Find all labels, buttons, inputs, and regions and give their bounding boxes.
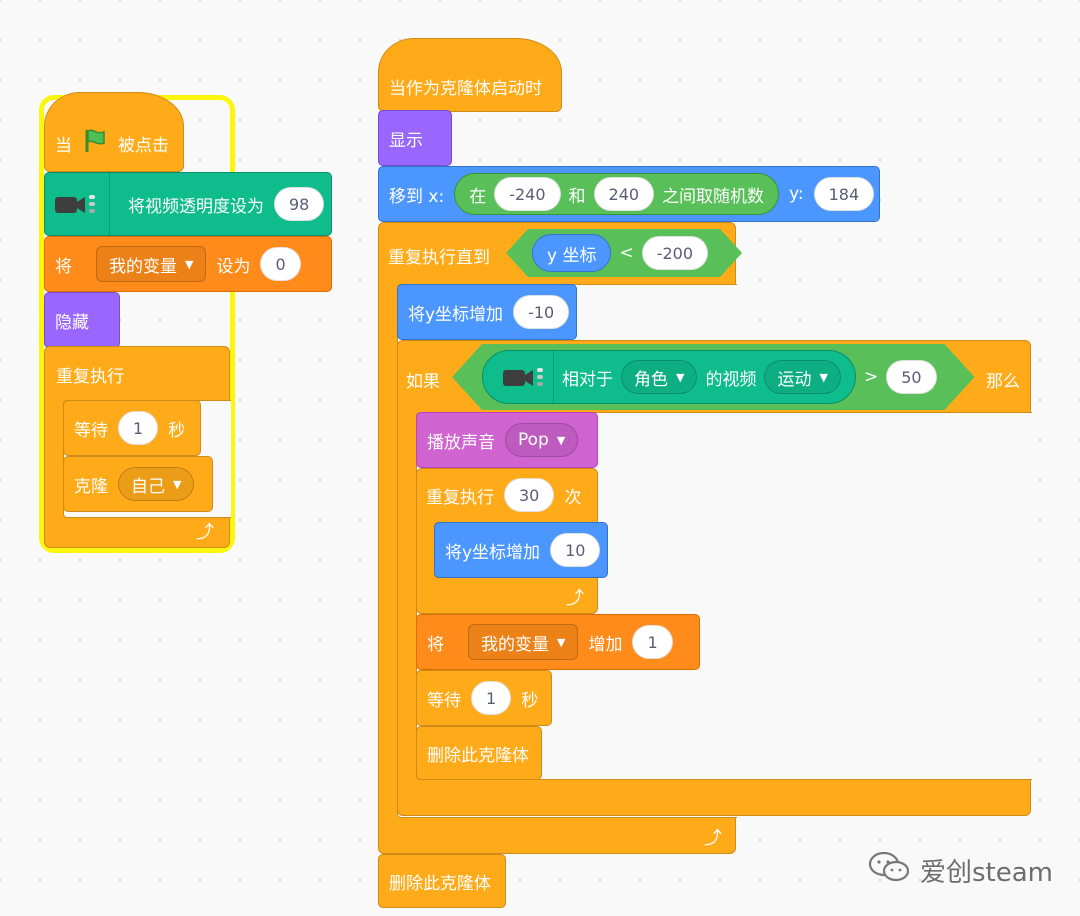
change-y-label: 将y坐标增加 [445,542,541,563]
random-and: 和 [568,186,586,207]
goto-label: 移到 x: [389,186,445,207]
wait-block[interactable]: 等待 1 秒 [63,400,201,456]
change-y-block[interactable]: 将y坐标增加 10 [434,522,608,578]
set-video-transparency-block[interactable]: 将视频透明度设为 98 [44,172,332,236]
video-sensing-icon [501,350,554,404]
greater-than-value-input[interactable]: 50 [886,360,936,394]
relative-target-dropdown[interactable]: 角色 ▼ [621,360,697,394]
repeat-times-input[interactable]: 30 [504,478,555,512]
wait-unit: 秒 [168,420,186,441]
chevron-down-icon: ▼ [676,370,685,384]
video-label: 的视频 [705,369,757,390]
delete-clone-block[interactable]: 删除此克隆体 [378,854,506,908]
chevron-down-icon: ▼ [173,477,182,491]
repeat-until-label: 重复执行直到 [388,248,490,268]
random-to-input[interactable]: 240 [593,177,655,211]
set-var-mid: 设为 [216,256,251,277]
clone-hat-label: 当作为克隆体启动时 [389,78,542,99]
clone-label: 克隆 [74,476,108,497]
wait-block[interactable]: 等待 1 秒 [416,670,552,726]
delete-clone-block[interactable]: 删除此克隆体 [416,726,542,780]
change-var-prefix: 将 [427,634,444,655]
when-flag-clicked-block[interactable]: 当 被点击 [44,92,184,172]
video-attribute-dropdown[interactable]: 运动 ▼ [764,360,840,394]
random-suffix: 之间取随机数 [662,186,765,207]
wait-label: 等待 [74,420,108,441]
change-y-block[interactable]: 将y坐标增加 -10 [397,284,577,340]
change-variable-block[interactable]: 将 我的变量 ▼ 增加 1 [416,614,700,670]
change-y-label: 将y坐标增加 [408,304,504,325]
goto-y-input[interactable]: 184 [813,177,875,211]
repeat-suffix: 次 [564,487,582,508]
greater-than-operator[interactable]: 相对于 角色 ▼ 的视频 运动 ▼ > 50 [452,344,975,410]
green-flag-icon [82,128,108,159]
set-var-value-input[interactable]: 0 [260,247,301,281]
video-sensing-icon [53,172,110,236]
sound-dropdown[interactable]: Pop ▼ [505,423,579,457]
if-then-label: 那么 [986,372,1020,392]
greater-than-symbol: > [863,367,879,387]
chevron-down-icon: ▼ [819,370,828,384]
loop-arrow-icon: ⤴ [704,828,722,849]
play-sound-block[interactable]: 播放声音 Pop ▼ [416,412,598,468]
y-position-reporter[interactable]: y 坐标 [532,234,611,272]
loop-arrow-icon: ⤴ [196,522,214,543]
show-block[interactable]: 显示 [378,110,452,166]
hat-prefix: 当 [55,135,72,156]
wait-unit: 秒 [521,690,539,711]
variable-dropdown-label: 我的变量 [109,256,177,277]
watermark: 爱创steam [868,850,1053,891]
show-label: 显示 [389,130,423,151]
create-clone-block[interactable]: 克隆 自己 ▼ [63,456,213,512]
when-start-as-clone-block[interactable]: 当作为克隆体启动时 [378,38,562,112]
if-condition-slot[interactable]: 相对于 角色 ▼ 的视频 运动 ▼ > 50 [452,344,975,410]
wechat-icon [868,850,912,891]
delete-clone-label: 删除此克隆体 [389,873,491,894]
change-var-value-input[interactable]: 1 [632,625,673,659]
random-reporter[interactable]: 在 -240 和 240 之间取随机数 [454,173,780,215]
chevron-down-icon: ▼ [185,257,194,271]
random-from-input[interactable]: -240 [494,177,561,211]
change-var-mid: 增加 [588,634,623,655]
goto-y-label: y: [789,184,804,204]
less-than-symbol: < [619,243,634,263]
chevron-down-icon: ▼ [557,635,566,649]
wait-seconds-input[interactable]: 1 [118,411,159,445]
if-label: 如果 [406,372,440,392]
set-var-prefix: 将 [55,256,72,277]
relative-label: 相对于 [562,369,613,390]
variable-dropdown[interactable]: 我的变量 ▼ [468,624,579,660]
less-than-value-input[interactable]: -200 [642,236,708,270]
repeat-header: 重复执行 30 次 [426,478,581,512]
less-than-operator[interactable]: y 坐标 < -200 [506,229,742,277]
goto-xy-block[interactable]: 移到 x: 在 -240 和 240 之间取随机数 y: 184 [378,166,880,222]
random-prefix: 在 [469,186,487,207]
sound-dropdown-label: Pop [518,430,549,450]
set-transparency-label: 将视频透明度设为 [128,196,264,217]
condition-slot[interactable]: y 坐标 < -200 [506,229,742,277]
hat-suffix: 被点击 [118,135,169,156]
change-y-input[interactable]: 10 [550,533,601,567]
repeat-label: 重复执行 [426,487,494,508]
chevron-down-icon: ▼ [556,433,566,447]
play-sound-label: 播放声音 [427,432,495,453]
video-motion-reporter[interactable]: 相对于 角色 ▼ 的视频 运动 ▼ [482,350,856,404]
relative-target-label: 角色 [634,369,668,390]
clone-target-dropdown[interactable]: 自己 ▼ [118,467,195,501]
transparency-input[interactable]: 98 [274,187,325,221]
wait-label: 等待 [427,690,461,711]
clone-target-label: 自己 [131,476,165,497]
loop-arrow-icon: ⤴ [566,588,584,609]
forever-label: 重复执行 [56,367,124,387]
hide-label: 隐藏 [55,312,89,333]
wait-seconds-input[interactable]: 1 [471,681,512,715]
variable-dropdown[interactable]: 我的变量 ▼ [96,246,207,282]
video-attribute-label: 运动 [777,369,812,390]
change-y-input[interactable]: -10 [513,295,570,329]
hide-block[interactable]: 隐藏 [44,292,120,348]
variable-dropdown-label: 我的变量 [481,634,549,655]
watermark-text: 爱创steam [920,858,1053,888]
set-variable-block[interactable]: 将 我的变量 ▼ 设为 0 [44,236,332,292]
delete-clone-label: 删除此克隆体 [427,745,529,766]
